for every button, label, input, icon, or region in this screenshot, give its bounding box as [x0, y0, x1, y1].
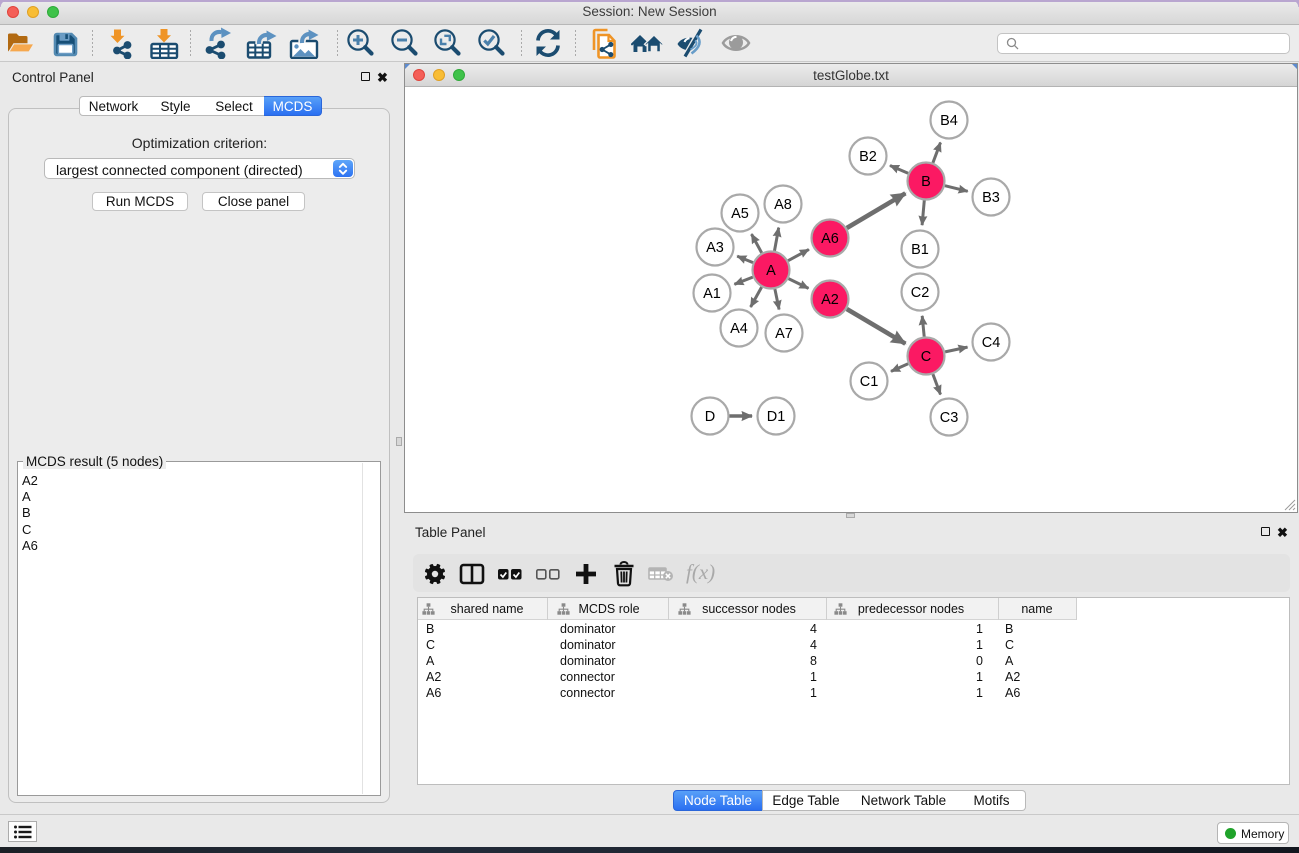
svg-text:A: A	[766, 263, 776, 279]
svg-text:A6: A6	[821, 231, 839, 247]
svg-text:B2: B2	[859, 149, 877, 165]
svg-text:A4: A4	[730, 321, 748, 337]
svg-text:D: D	[705, 409, 715, 425]
svg-text:B1: B1	[911, 242, 929, 258]
svg-text:A3: A3	[706, 240, 724, 256]
svg-text:C1: C1	[860, 374, 879, 390]
svg-text:A2: A2	[821, 292, 839, 308]
svg-text:A8: A8	[774, 197, 792, 213]
svg-text:A1: A1	[703, 286, 721, 302]
svg-text:B3: B3	[982, 190, 1000, 206]
svg-text:A5: A5	[731, 206, 749, 222]
svg-text:B: B	[921, 174, 931, 190]
svg-text:C: C	[921, 349, 931, 365]
svg-text:A7: A7	[775, 326, 793, 342]
svg-text:C4: C4	[982, 335, 1001, 351]
svg-text:B4: B4	[940, 113, 958, 129]
svg-text:C3: C3	[940, 410, 959, 426]
svg-text:D1: D1	[767, 409, 786, 425]
svg-text:C2: C2	[911, 285, 930, 301]
